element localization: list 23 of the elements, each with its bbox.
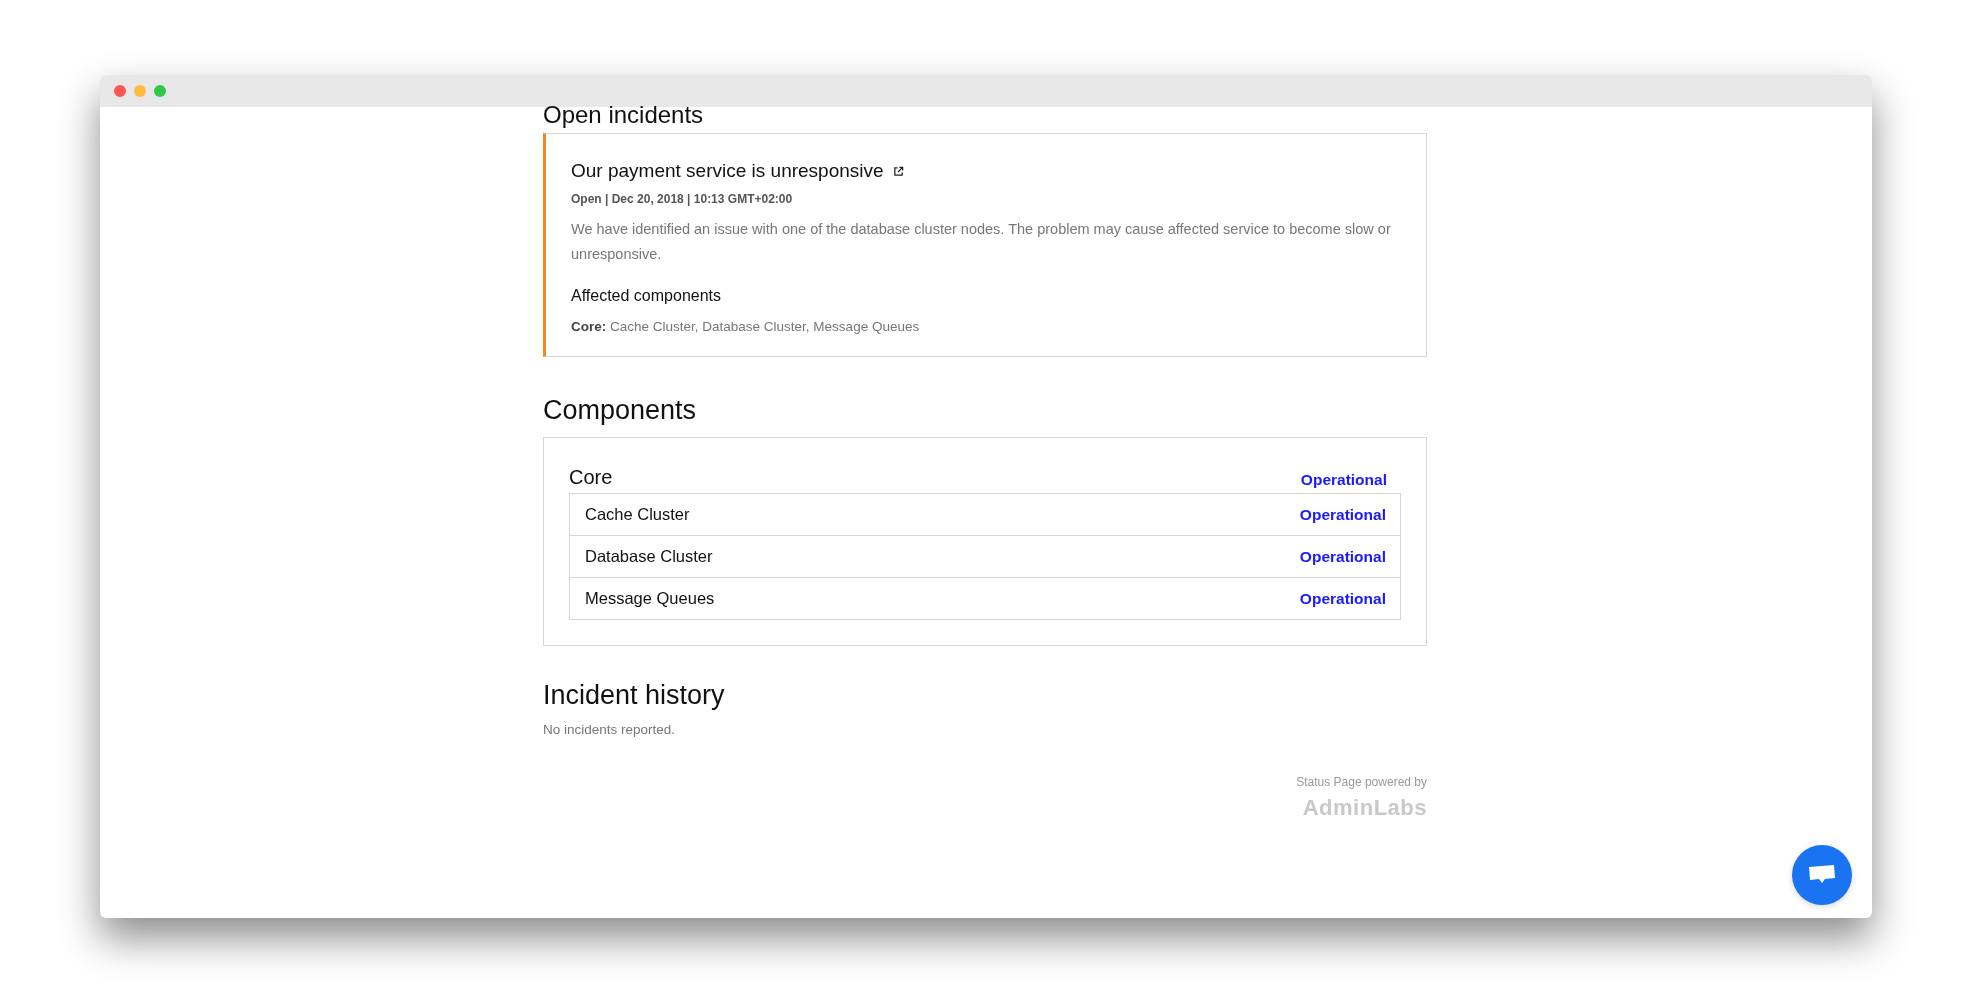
status-label: Operational [1299,547,1386,566]
section-heading: Components [543,394,698,427]
affected-heading: Affected components [571,287,723,305]
empty-message: No incidents reported. [543,722,677,737]
close-button[interactable] [114,85,126,97]
incident-meta: Open | Dec 20, 2018 | 10:13 GMT+02:00 [571,192,794,206]
component-name: Cache Cluster [585,505,690,524]
maximize-button[interactable] [154,85,166,97]
affected-list: Core: Cache Cluster, Database Cluster, Message Queues [571,319,1400,334]
section-heading: Open incidents [543,101,705,129]
minimize-button[interactable] [134,85,146,97]
component-name: Database Cluster [585,547,713,566]
external-link-icon[interactable] [892,165,904,177]
powered-by-text: Status Page powered by [1296,775,1427,789]
component-name: Message Queues [585,589,715,608]
chat-button[interactable] [1792,845,1852,905]
status-label: Operational [1299,589,1386,608]
incident-title[interactable]: Our payment service is unresponsive [571,160,884,182]
incident-description: We have identified an issue with one of the database cluster nodes. The problem may cause affected service to become slow or unresponsive. [571,220,1392,264]
status-label: Operational [1300,471,1387,489]
section-heading: Incident history [543,679,726,712]
status-label: Operational [1299,505,1386,524]
group-name: Core [569,466,613,489]
